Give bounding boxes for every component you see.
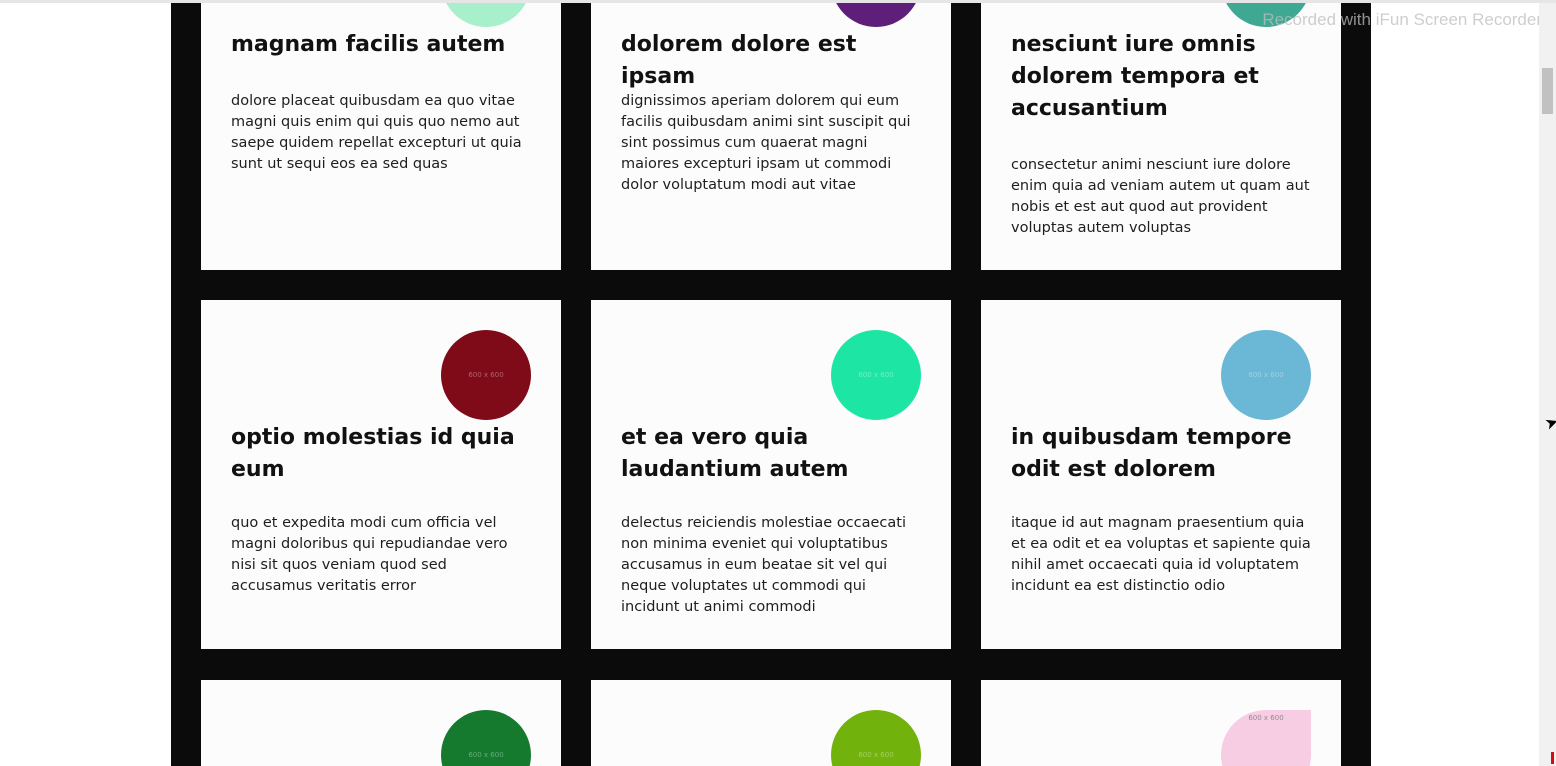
card-image: 600 x 600 xyxy=(441,710,531,766)
card[interactable]: 600 x 600 xyxy=(201,680,561,766)
card[interactable]: magnam facilis autem dolore placeat quib… xyxy=(201,3,561,270)
card-image-label: 600 x 600 xyxy=(858,371,894,379)
card-title: optio molestias id quia eum xyxy=(231,425,515,482)
card-body: delectus reiciendis molestiae occaecati … xyxy=(621,515,907,615)
card-image-label: 600 x 600 xyxy=(858,751,894,759)
card-image-label: 600 x 600 xyxy=(468,751,504,759)
card-image xyxy=(441,3,531,27)
card-image-label: 600 x 600 xyxy=(1248,371,1284,379)
card[interactable]: 600 x 600 xyxy=(591,680,951,766)
recorder-watermark: Recorded with iFun Screen Recorder xyxy=(1262,10,1542,29)
card[interactable]: nesciunt iure omnis dolorem tempora et a… xyxy=(981,3,1341,270)
card-image xyxy=(831,3,921,27)
vertical-scrollbar[interactable] xyxy=(1539,3,1556,766)
card[interactable]: 600 x 600 in quibusdam tempore odit est … xyxy=(981,300,1341,649)
card-title: dolorem dolore est ipsam xyxy=(621,32,857,89)
card-image-label: 600 x 600 xyxy=(1248,714,1284,722)
card-body: itaque id aut magnam praesentium quia et… xyxy=(1011,515,1311,594)
card-grid: magnam facilis autem dolore placeat quib… xyxy=(171,3,1371,766)
card-image: 600 x 600 xyxy=(441,330,531,420)
card-title: et ea vero quia laudantium autem xyxy=(621,425,849,482)
card-image: 600 x 600 xyxy=(1221,330,1311,420)
card-body: consectetur animi nesciunt iure dolore e… xyxy=(1011,157,1310,236)
card[interactable]: 600 x 600 xyxy=(981,680,1341,766)
card-image: 600 x 600 xyxy=(831,710,921,766)
card-body: dignissimos aperiam dolorem qui eum faci… xyxy=(621,93,911,193)
card[interactable]: 600 x 600 optio molestias id quia eum qu… xyxy=(201,300,561,649)
card-image-label: 600 x 600 xyxy=(468,371,504,379)
card-image: 600 x 600 xyxy=(831,330,921,420)
scrollbar-thumb[interactable] xyxy=(1542,68,1553,114)
card[interactable]: dolorem dolore est ipsam dignissimos ape… xyxy=(591,3,951,270)
card[interactable]: 600 x 600 et ea vero quia laudantium aut… xyxy=(591,300,951,649)
corner-marker xyxy=(1551,752,1554,764)
card-body: quo et expedita modi cum officia vel mag… xyxy=(231,515,508,594)
card-title: in quibusdam tempore odit est dolorem xyxy=(1011,425,1292,482)
card-body: dolore placeat quibusdam ea quo vitae ma… xyxy=(231,93,522,172)
card-title: magnam facilis autem xyxy=(231,32,506,57)
card-title: nesciunt iure omnis dolorem tempora et a… xyxy=(1011,32,1259,121)
card-image: 600 x 600 xyxy=(1221,710,1311,766)
